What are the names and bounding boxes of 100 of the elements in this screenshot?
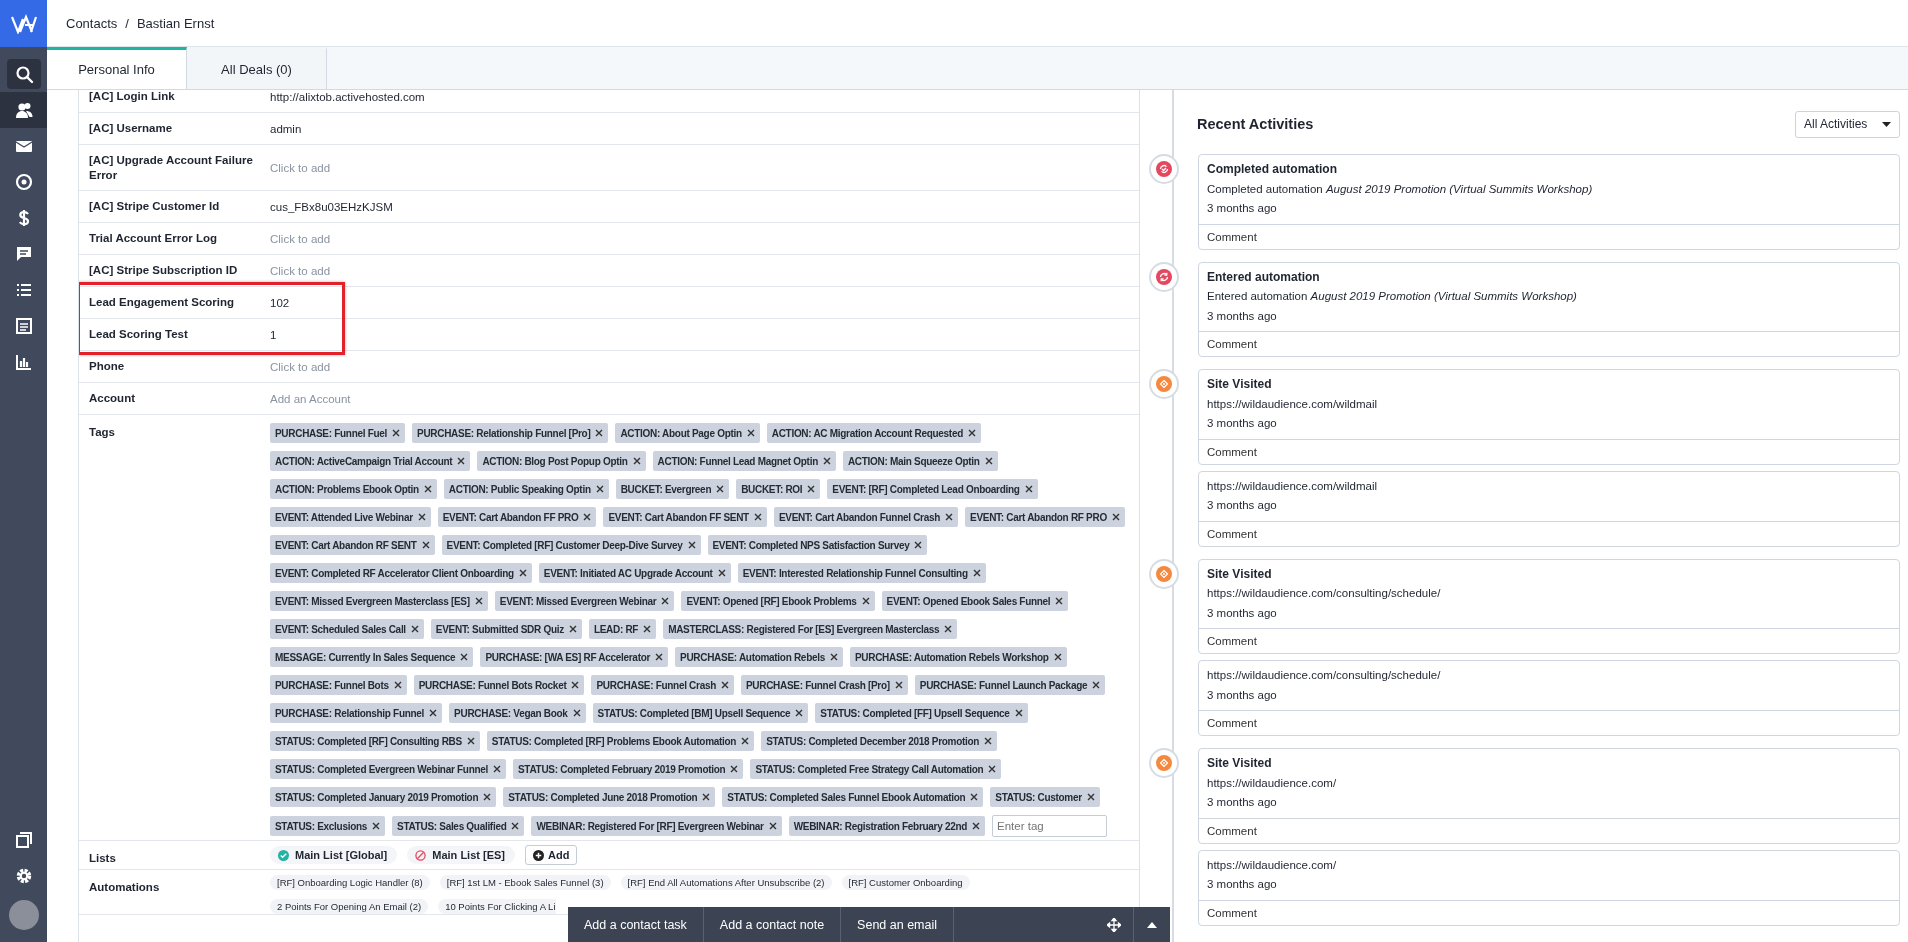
- sidebar-item[interactable]: [0, 92, 47, 128]
- remove-icon[interactable]: [944, 625, 953, 633]
- automation-chip[interactable]: [RF] Onboarding Logic Handler (8): [270, 875, 430, 890]
- remove-icon[interactable]: [741, 737, 750, 745]
- action-button[interactable]: Add a contact note: [703, 907, 842, 942]
- remove-icon[interactable]: [807, 485, 816, 493]
- tag: EVENT: Opened Ebook Sales Funnel: [881, 591, 1069, 611]
- remove-icon[interactable]: [466, 737, 475, 745]
- remove-icon[interactable]: [702, 793, 711, 801]
- remove-icon[interactable]: [661, 597, 670, 605]
- remove-icon[interactable]: [474, 597, 483, 605]
- activity-filter-dropdown[interactable]: All Activities: [1795, 110, 1900, 138]
- automation-chip[interactable]: [RF] 1st LM - Ebook Sales Funnel (3): [439, 875, 611, 890]
- remove-icon[interactable]: [717, 569, 726, 577]
- tag: BUCKET: ROI: [736, 479, 821, 499]
- remove-icon[interactable]: [730, 765, 739, 773]
- remove-icon[interactable]: [483, 793, 492, 801]
- app-logo[interactable]: [0, 0, 47, 47]
- remove-icon[interactable]: [1024, 485, 1033, 493]
- field-value[interactable]: 102: [270, 296, 1139, 309]
- automation-chip[interactable]: 10 Points For Clicking A Li: [438, 899, 556, 914]
- remove-icon[interactable]: [643, 625, 652, 633]
- comment-link[interactable]: Comment: [1199, 438, 1899, 464]
- remove-icon[interactable]: [372, 822, 381, 830]
- search-button[interactable]: [6, 59, 41, 89]
- action-button[interactable]: Send an email: [841, 907, 954, 942]
- comment-link[interactable]: Comment: [1199, 223, 1899, 249]
- remove-icon[interactable]: [460, 653, 469, 661]
- caret-up-icon[interactable]: [1147, 921, 1157, 928]
- remove-icon[interactable]: [970, 793, 979, 801]
- remove-icon[interactable]: [984, 457, 993, 465]
- remove-icon[interactable]: [753, 513, 762, 521]
- comment-link[interactable]: Comment: [1199, 817, 1899, 843]
- remove-icon[interactable]: [861, 597, 870, 605]
- remove-icon[interactable]: [1092, 681, 1101, 689]
- remove-icon[interactable]: [417, 513, 426, 521]
- remove-icon[interactable]: [716, 485, 725, 493]
- remove-icon[interactable]: [511, 822, 520, 830]
- remove-icon[interactable]: [829, 653, 838, 661]
- comment-link[interactable]: Comment: [1199, 331, 1899, 356]
- remove-icon[interactable]: [945, 513, 954, 521]
- comment-link[interactable]: Comment: [1199, 520, 1899, 546]
- remove-icon[interactable]: [595, 429, 604, 437]
- field-value[interactable]: cus_FBx8u03EHzKJSM: [270, 200, 1139, 213]
- add-button[interactable]: Add: [525, 845, 578, 865]
- remove-icon[interactable]: [1111, 513, 1120, 521]
- remove-icon[interactable]: [894, 681, 903, 689]
- remove-icon[interactable]: [421, 541, 430, 549]
- remove-icon[interactable]: [746, 429, 755, 437]
- remove-icon[interactable]: [493, 765, 501, 773]
- tag-input[interactable]: Enter tag: [992, 815, 1108, 837]
- remove-icon[interactable]: [392, 429, 401, 437]
- automation-chip[interactable]: [RF] End All Automations After Unsubscribe (2): [620, 875, 832, 890]
- automation-chip[interactable]: 2 Points For Opening An Email (2): [270, 899, 429, 914]
- remove-icon[interactable]: [687, 541, 696, 549]
- comment-link[interactable]: Comment: [1199, 710, 1899, 735]
- comment-link[interactable]: Comment: [1199, 628, 1899, 653]
- automation-chip[interactable]: [RF] Customer Onboarding: [841, 875, 970, 890]
- remove-icon[interactable]: [972, 822, 981, 830]
- tag: STATUS: Completed February 2019 Promotion: [513, 759, 744, 779]
- remove-icon[interactable]: [429, 709, 438, 717]
- tag: ACTION: Funnel Lead Magnet Optin: [652, 451, 836, 471]
- remove-icon[interactable]: [423, 485, 432, 493]
- activity-text: https://wildaudience.com/: [1207, 775, 1338, 791]
- bar-chart-icon: [13, 352, 34, 372]
- remove-icon[interactable]: [988, 765, 997, 773]
- remove-icon[interactable]: [393, 681, 402, 689]
- remove-icon[interactable]: [768, 822, 777, 830]
- field-value[interactable]: 1: [270, 328, 1139, 341]
- remove-icon[interactable]: [1055, 597, 1064, 605]
- remove-icon[interactable]: [572, 709, 581, 717]
- field-value[interactable]: http://alixtob.activehosted.com: [270, 90, 1139, 103]
- field-value[interactable]: admin: [270, 122, 1139, 135]
- remove-icon[interactable]: [571, 681, 580, 689]
- remove-icon[interactable]: [720, 681, 729, 689]
- breadcrumb-item[interactable]: Contacts: [66, 15, 118, 31]
- remove-icon[interactable]: [795, 709, 804, 717]
- remove-icon[interactable]: [595, 485, 604, 493]
- remove-icon[interactable]: [457, 457, 466, 465]
- action-button[interactable]: Add a contact task: [568, 907, 704, 942]
- remove-icon[interactable]: [568, 625, 577, 633]
- remove-icon[interactable]: [1014, 709, 1023, 717]
- remove-icon[interactable]: [972, 569, 981, 577]
- comment-link[interactable]: Comment: [1199, 899, 1899, 925]
- remove-icon[interactable]: [1086, 793, 1095, 801]
- remove-icon[interactable]: [984, 737, 993, 745]
- remove-icon[interactable]: [1053, 653, 1062, 661]
- remove-icon[interactable]: [583, 513, 592, 521]
- remove-icon[interactable]: [822, 457, 831, 465]
- activity-title: Site Visited: [1207, 755, 1273, 772]
- avatar[interactable]: [8, 900, 39, 930]
- move-icon[interactable]: [1107, 917, 1121, 932]
- tab[interactable]: Personal Info: [47, 47, 187, 89]
- remove-icon[interactable]: [914, 541, 923, 549]
- remove-icon[interactable]: [632, 457, 641, 465]
- remove-icon[interactable]: [967, 429, 976, 437]
- remove-icon[interactable]: [410, 625, 419, 633]
- tag: STATUS: Customer: [990, 787, 1100, 807]
- remove-icon[interactable]: [655, 653, 664, 661]
- remove-icon[interactable]: [518, 569, 527, 577]
